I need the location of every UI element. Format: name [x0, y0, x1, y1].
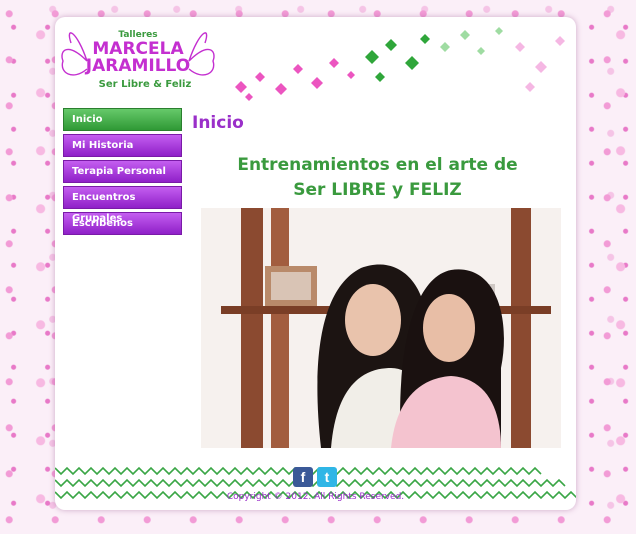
- headline-line-2: Ser LIBRE y FELIZ: [293, 180, 462, 200]
- footer: ft Copyright © 2012. All Rights Reserved…: [55, 462, 576, 510]
- social-links: ft: [293, 467, 341, 487]
- hero-photo: [201, 208, 561, 448]
- butterfly-swarm-decoration: [235, 27, 565, 101]
- copyright-text: Copyright © 2012. All Rights Reserved.: [226, 492, 405, 502]
- logo-butterfly-left-icon: [61, 32, 88, 76]
- twitter-icon[interactable]: t: [317, 467, 337, 487]
- logo-tagline: Ser Libre & Feliz: [99, 79, 192, 90]
- nav-item-mi-historia[interactable]: Mi Historia: [63, 134, 182, 157]
- headline-line-1: Entrenamientos en el arte de: [237, 155, 518, 175]
- nav-item-escribenos[interactable]: Escríbenos: [63, 212, 182, 235]
- page-container: Talleres MARCELA JARAMILLO Ser Libre & F…: [55, 17, 576, 510]
- facebook-icon[interactable]: f: [293, 467, 313, 487]
- header: Talleres MARCELA JARAMILLO Ser Libre & F…: [55, 17, 576, 105]
- page-title: Inicio: [192, 113, 244, 133]
- nav-item-terapia-personal[interactable]: Terapia Personal: [63, 160, 182, 183]
- nav-item-inicio[interactable]: Inicio: [63, 108, 182, 131]
- nav-item-encuentros-grupales[interactable]: Encuentros Grupales: [63, 186, 182, 224]
- headline: Entrenamientos en el arte de Ser LIBRE y…: [205, 153, 550, 203]
- logo-butterfly-right-icon: [188, 32, 215, 76]
- site-logo[interactable]: Talleres MARCELA JARAMILLO Ser Libre & F…: [57, 21, 219, 101]
- logo-line-jaramillo: JARAMILLO: [85, 56, 190, 76]
- sidebar-nav: Inicio Mi Historia Terapia Personal Encu…: [63, 108, 182, 238]
